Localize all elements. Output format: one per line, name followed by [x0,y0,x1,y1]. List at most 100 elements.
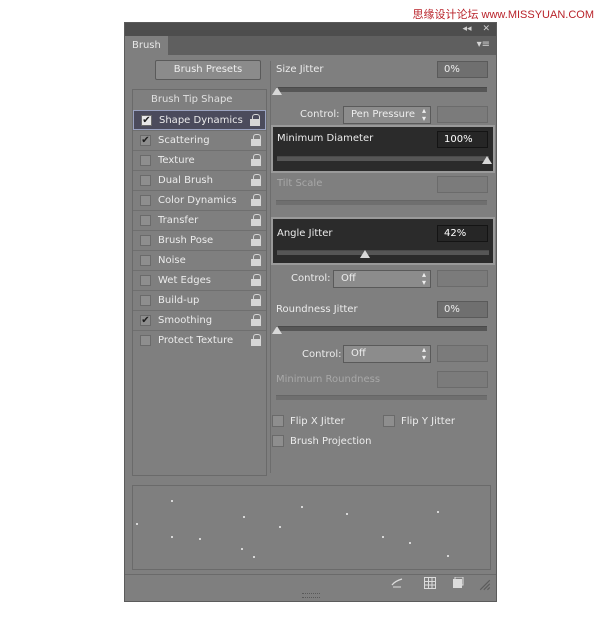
preview-dot [243,516,245,518]
control-select-pen-pressure[interactable]: Pen Pressure ▴ ▾ [343,106,431,124]
preview-dot [447,555,449,557]
minimum-roundness-field [437,371,488,388]
angle-jitter-slider[interactable] [277,250,489,255]
close-icon[interactable]: ✕ [482,24,490,34]
unlock-icon[interactable] [251,214,262,226]
flip-y-checkbox[interactable] [383,415,395,427]
minimum-diameter-slider[interactable] [277,156,489,161]
size-jitter-slider-thumb[interactable] [272,87,282,95]
brush-pressure-icon[interactable] [391,577,403,589]
list-item-label: Dual Brush [158,175,213,186]
unlock-icon[interactable] [251,174,262,186]
unlock-icon[interactable] [251,194,262,206]
angle-jitter-field[interactable]: 42% [437,225,488,242]
control-select-value-angle: Off [341,273,356,284]
list-item-checkbox[interactable] [140,175,151,186]
minimum-roundness-slider [276,395,487,400]
panel-title-bar[interactable]: ◂◂ ✕ [125,23,496,36]
angle-jitter-slider-thumb[interactable] [360,250,370,258]
minimum-diameter-slider-thumb[interactable] [482,156,492,164]
list-item-color-dynamics[interactable]: Color Dynamics [133,190,266,210]
new-preset-icon[interactable] [452,577,464,589]
list-item-checkbox[interactable] [140,275,151,286]
list-item-brush-pose[interactable]: Brush Pose [133,230,266,250]
control-select-roundness[interactable]: Off ▴ ▾ [343,345,431,363]
list-item-label: Transfer [158,215,199,226]
roundness-jitter-field[interactable]: 0% [437,301,488,318]
list-item-smoothing[interactable]: ✔ Smoothing [133,310,266,330]
resize-grip-icon[interactable] [479,579,491,591]
control-extra-field-roundness [437,345,488,362]
list-item-checkbox[interactable]: ✔ [140,135,151,146]
list-item-checkbox[interactable] [140,155,151,166]
list-item-label: Build-up [158,295,200,306]
control-label-roundness: Control: [302,349,342,360]
list-item-label: Brush Pose [158,235,214,246]
list-heading-brush-tip-shape[interactable]: Brush Tip Shape [151,94,232,105]
unlock-icon[interactable] [251,314,262,326]
control-extra-field-angle [437,270,488,287]
list-item-label: Wet Edges [158,275,211,286]
list-item-checkbox[interactable] [140,335,151,346]
brush-panel: ◂◂ ✕ Brush ▾≡ Brush Presets Brush Tip Sh… [124,22,497,602]
unlock-icon[interactable] [251,334,262,346]
tab-brush[interactable]: Brush [125,36,168,55]
preview-dot [301,506,303,508]
control-select-value: Pen Pressure [351,109,416,120]
list-item-checkbox[interactable] [140,215,151,226]
unlock-icon[interactable] [251,134,262,146]
collapse-icon[interactable]: ◂◂ [463,24,472,34]
preview-dot [171,500,173,502]
control-select-value-roundness: Off [351,348,366,359]
grid-icon[interactable] [424,577,436,589]
size-jitter-slider[interactable] [276,87,487,92]
unlock-icon[interactable] [251,274,262,286]
flip-x-checkbox[interactable] [272,415,284,427]
watermark: 思缘设计论坛 www.MISSYUAN.COM [412,9,594,21]
select-arrows-icon: ▴ ▾ [421,106,426,123]
list-item-checkbox[interactable]: ✔ [140,315,151,326]
unlock-icon[interactable] [251,234,262,246]
list-item-label: Smoothing [158,315,213,326]
list-item-shape-dynamics[interactable]: ✔ Shape Dynamics [133,110,266,130]
unlock-icon[interactable] [250,114,261,126]
tilt-scale-label: Tilt Scale [277,178,323,189]
tab-bar: Brush ▾≡ [125,36,496,55]
panel-menu-icon[interactable]: ▾≡ [477,39,490,50]
list-item-label: Scattering [158,135,210,146]
list-item-checkbox[interactable] [140,255,151,266]
unlock-icon[interactable] [251,254,262,266]
unlock-icon[interactable] [251,294,262,306]
control-select-angle[interactable]: Off ▴ ▾ [333,270,431,288]
panel-drag-grip[interactable] [302,593,320,598]
flip-y-label: Flip Y Jitter [401,416,455,427]
preview-dot [136,523,138,525]
minimum-diameter-field[interactable]: 100% [437,131,488,148]
select-arrows-icon: ▴ ▾ [421,345,426,362]
preview-dot [279,526,281,528]
list-item-wet-edges[interactable]: Wet Edges [133,270,266,290]
list-item-build-up[interactable]: Build-up [133,290,266,310]
brush-presets-button[interactable]: Brush Presets [155,60,261,80]
list-item-label: Protect Texture [158,335,234,346]
brush-projection-label: Brush Projection [290,436,372,447]
preview-dot [437,511,439,513]
list-item-scattering[interactable]: ✔ Scattering [133,130,266,150]
list-item-checkbox[interactable] [140,195,151,206]
roundness-jitter-slider-thumb[interactable] [272,326,282,334]
list-item-checkbox[interactable] [140,295,151,306]
preview-dot [253,556,255,558]
list-item-checkbox[interactable] [140,235,151,246]
brush-projection-checkbox[interactable] [272,435,284,447]
list-item-noise[interactable]: Noise [133,250,266,270]
roundness-jitter-slider[interactable] [276,326,487,331]
list-item-label: Noise [158,255,186,266]
panel-window-buttons: ◂◂ ✕ [463,23,490,36]
list-item-checkbox[interactable]: ✔ [141,115,152,126]
unlock-icon[interactable] [251,154,262,166]
list-item-protect-texture[interactable]: Protect Texture [133,330,266,350]
list-item-transfer[interactable]: Transfer [133,210,266,230]
list-item-dual-brush[interactable]: Dual Brush [133,170,266,190]
size-jitter-field[interactable]: 0% [437,61,488,78]
list-item-texture[interactable]: Texture [133,150,266,170]
